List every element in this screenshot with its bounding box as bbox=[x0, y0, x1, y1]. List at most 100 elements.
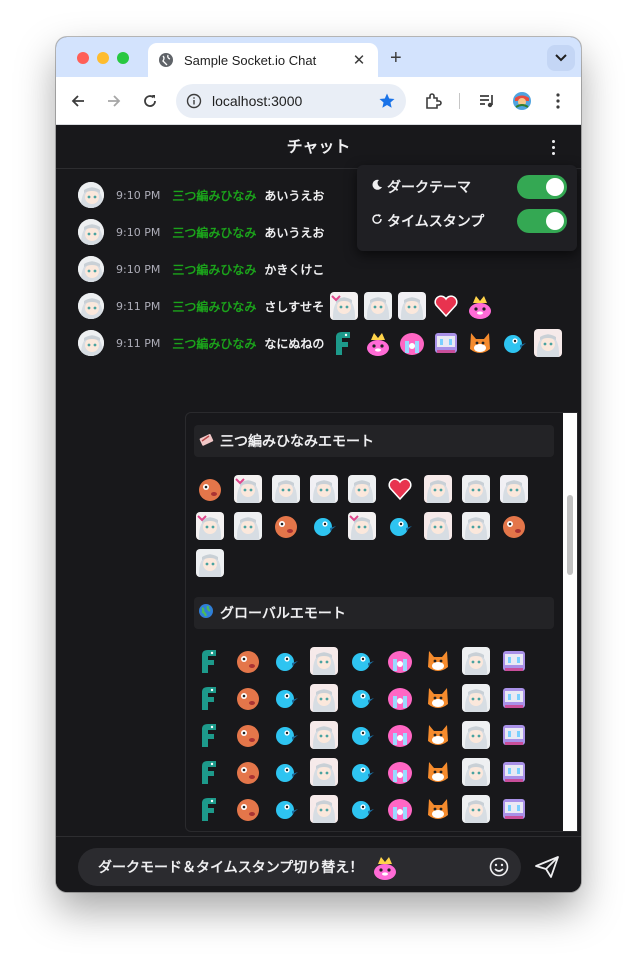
orange-ball-emote[interactable] bbox=[500, 512, 528, 540]
heart-emote[interactable] bbox=[432, 292, 460, 320]
blue-bird-emote[interactable] bbox=[310, 512, 338, 540]
robot-cry-emote[interactable] bbox=[500, 758, 528, 786]
green-dino-emote[interactable] bbox=[196, 647, 224, 675]
girl-emote[interactable] bbox=[272, 475, 300, 503]
green-dino-emote[interactable] bbox=[330, 329, 358, 357]
girl-wink-emote[interactable] bbox=[398, 292, 427, 320]
blue-bird-emote[interactable] bbox=[348, 684, 376, 712]
message-username[interactable]: 三つ編みひなみ bbox=[172, 298, 256, 315]
settings-menu-button[interactable] bbox=[548, 137, 558, 157]
girl-emote[interactable] bbox=[462, 647, 490, 675]
emoji-picker-button[interactable] bbox=[489, 857, 509, 877]
robot-cry-emote[interactable] bbox=[500, 795, 528, 823]
pink-cry-emote[interactable] bbox=[386, 795, 414, 823]
girl-emote[interactable] bbox=[234, 512, 262, 540]
girl-angry-emote[interactable] bbox=[424, 475, 452, 503]
blue-bird-emote[interactable] bbox=[272, 795, 300, 823]
girl-angry-emote[interactable] bbox=[424, 512, 452, 540]
picker-scrollbar[interactable] bbox=[563, 413, 577, 831]
heart-emote[interactable] bbox=[386, 475, 414, 503]
robot-cry-emote[interactable] bbox=[500, 684, 528, 712]
scrollbar-thumb[interactable] bbox=[567, 495, 573, 575]
close-window-button[interactable] bbox=[77, 52, 89, 64]
orange-ball-emote[interactable] bbox=[234, 795, 262, 823]
blue-bird-emote[interactable] bbox=[272, 647, 300, 675]
pink-cry-emote[interactable] bbox=[386, 684, 414, 712]
pink-crown-emote[interactable] bbox=[466, 292, 494, 320]
pink-crown-emote[interactable] bbox=[364, 329, 392, 357]
girl-heart-emote[interactable] bbox=[330, 292, 359, 320]
orange-ball-emote[interactable] bbox=[234, 758, 262, 786]
pink-cry-emote[interactable] bbox=[386, 721, 414, 749]
robot-cry-emote[interactable] bbox=[500, 647, 528, 675]
send-button[interactable] bbox=[534, 855, 560, 879]
blue-bird-emote[interactable] bbox=[348, 795, 376, 823]
girl-wink-emote[interactable] bbox=[310, 475, 338, 503]
girl-emote[interactable] bbox=[462, 758, 490, 786]
blue-bird-emote[interactable] bbox=[272, 721, 300, 749]
timestamp-toggle[interactable] bbox=[517, 209, 567, 233]
active-tab[interactable]: Sample Socket.io Chat ✕ bbox=[148, 43, 378, 77]
girl-heart-emote[interactable] bbox=[348, 512, 376, 540]
orange-ball-emote[interactable] bbox=[234, 647, 262, 675]
bookmark-star-icon[interactable] bbox=[378, 92, 396, 110]
green-dino-emote[interactable] bbox=[196, 758, 224, 786]
reload-button[interactable] bbox=[140, 91, 160, 111]
info-icon[interactable] bbox=[186, 93, 202, 109]
green-dino-emote[interactable] bbox=[196, 795, 224, 823]
girl-emote[interactable] bbox=[462, 721, 490, 749]
message-username[interactable]: 三つ編みひなみ bbox=[172, 224, 256, 241]
orange-dog-emote[interactable] bbox=[466, 329, 494, 357]
forward-button[interactable] bbox=[104, 91, 124, 111]
girl-emote[interactable] bbox=[196, 549, 224, 577]
green-dino-emote[interactable] bbox=[196, 721, 224, 749]
girl-angry-emote[interactable] bbox=[534, 329, 563, 357]
orange-ball-emote[interactable] bbox=[272, 512, 300, 540]
robot-cry-emote[interactable] bbox=[432, 329, 460, 357]
orange-dog-emote[interactable] bbox=[424, 647, 452, 675]
orange-dog-emote[interactable] bbox=[424, 795, 452, 823]
blue-bird-emote[interactable] bbox=[348, 721, 376, 749]
blue-bird-emote[interactable] bbox=[500, 329, 528, 357]
close-tab-icon[interactable]: ✕ bbox=[350, 51, 368, 69]
orange-ball-emote[interactable] bbox=[196, 475, 224, 503]
pink-cry-emote[interactable] bbox=[398, 329, 426, 357]
girl-heart-emote[interactable] bbox=[234, 475, 262, 503]
new-tab-button[interactable]: + bbox=[390, 47, 402, 70]
girl-wink-emote[interactable] bbox=[500, 475, 528, 503]
minimize-window-button[interactable] bbox=[97, 52, 109, 64]
zoom-window-button[interactable] bbox=[117, 52, 129, 64]
girl-angry-emote[interactable] bbox=[310, 795, 338, 823]
blue-bird-emote[interactable] bbox=[272, 758, 300, 786]
girl-angry-emote[interactable] bbox=[310, 684, 338, 712]
girl-emote[interactable] bbox=[348, 475, 376, 503]
message-username[interactable]: 三つ編みひなみ bbox=[172, 261, 256, 278]
message-input-text[interactable]: ダークモード＆タイムスタンプ切り替え！ bbox=[98, 857, 363, 877]
girl-emote[interactable] bbox=[462, 684, 490, 712]
back-button[interactable] bbox=[68, 91, 88, 111]
browser-menu-button[interactable] bbox=[548, 91, 568, 111]
orange-ball-emote[interactable] bbox=[234, 684, 262, 712]
orange-ball-emote[interactable] bbox=[234, 721, 262, 749]
orange-dog-emote[interactable] bbox=[424, 758, 452, 786]
robot-cry-emote[interactable] bbox=[500, 721, 528, 749]
dark-theme-toggle[interactable] bbox=[517, 175, 567, 199]
orange-dog-emote[interactable] bbox=[424, 684, 452, 712]
blue-bird-emote[interactable] bbox=[272, 684, 300, 712]
blue-bird-emote[interactable] bbox=[386, 512, 414, 540]
extensions-button[interactable] bbox=[423, 91, 443, 111]
blue-bird-emote[interactable] bbox=[348, 647, 376, 675]
green-dino-emote[interactable] bbox=[196, 684, 224, 712]
girl-angry-emote[interactable] bbox=[310, 758, 338, 786]
message-input[interactable]: ダークモード＆タイムスタンプ切り替え！ bbox=[78, 848, 521, 886]
girl-emote[interactable] bbox=[364, 292, 393, 320]
orange-dog-emote[interactable] bbox=[424, 721, 452, 749]
blue-bird-emote[interactable] bbox=[348, 758, 376, 786]
pink-cry-emote[interactable] bbox=[386, 647, 414, 675]
pink-cry-emote[interactable] bbox=[386, 758, 414, 786]
girl-heart-emote[interactable] bbox=[196, 512, 224, 540]
girl-emote[interactable] bbox=[462, 512, 490, 540]
message-username[interactable]: 三つ編みひなみ bbox=[172, 187, 256, 204]
address-bar[interactable]: localhost:3000 bbox=[176, 84, 406, 118]
profile-button[interactable] bbox=[512, 91, 532, 111]
